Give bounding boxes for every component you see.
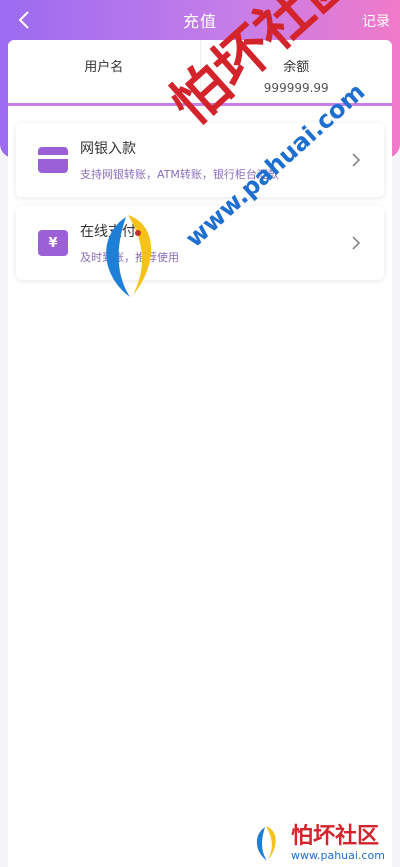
top-bar: 充值 记录: [0, 0, 400, 40]
method-desc: 支持网银转账，ATM转账，银行柜台汇款: [80, 168, 279, 181]
page-title: 充值: [182, 12, 217, 31]
back-button[interactable]: [10, 6, 38, 34]
balance-label: 余额: [283, 60, 310, 75]
card-icon: [38, 147, 68, 173]
record-link[interactable]: 记录: [362, 11, 390, 31]
back-arrow-icon: [18, 11, 29, 29]
bank-deposit-text: 网银入款 支持网银转账，ATM转账，银行柜台汇款: [80, 138, 346, 182]
account-info: 用户名 余额 999999.99: [8, 40, 392, 106]
online-payment-text: 在线支付 及时到账，推荐使用: [80, 221, 346, 265]
balance-column: 余额 999999.99: [199, 40, 393, 103]
yen-icon: ¥: [38, 230, 68, 256]
username-column: 用户名: [8, 40, 200, 103]
chevron-right-icon: [352, 153, 361, 167]
balance-value: 999999.99: [263, 81, 329, 95]
chevron-right-icon: [352, 236, 361, 250]
method-desc: 及时到账，推荐使用: [80, 251, 179, 264]
method-name: 网银入款: [80, 141, 136, 157]
method-name: 在线支付: [80, 224, 136, 240]
main-panel: 用户名 余额 999999.99 网银入款 支持网银转账，ATM转账，银行柜台汇…: [8, 40, 392, 867]
bank-deposit-card[interactable]: 网银入款 支持网银转账，ATM转账，银行柜台汇款: [16, 123, 384, 197]
online-payment-card[interactable]: ¥ 在线支付 及时到账，推荐使用: [16, 206, 384, 280]
username-label: 用户名: [84, 60, 124, 75]
